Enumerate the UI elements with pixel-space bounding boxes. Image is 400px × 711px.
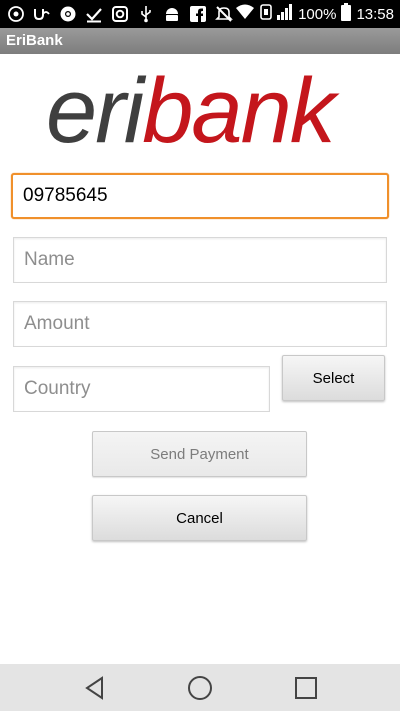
signal-icon	[277, 4, 293, 24]
status-bar: 100% 13:58	[0, 0, 400, 28]
battery-icon	[341, 3, 352, 25]
phone-input[interactable]	[23, 175, 377, 217]
cancel-button[interactable]: Cancel	[92, 495, 307, 541]
battery-percent: 100%	[298, 5, 337, 23]
instagram-icon	[110, 4, 130, 24]
lte-icon	[260, 3, 272, 25]
wifi-icon	[235, 4, 255, 24]
app-title: EriBank	[6, 32, 63, 49]
recents-icon[interactable]	[292, 674, 320, 702]
whatsapp-icon	[6, 4, 26, 24]
country-field[interactable]	[13, 366, 270, 412]
send-payment-button[interactable]: Send Payment	[92, 431, 307, 477]
home-icon[interactable]	[186, 674, 214, 702]
logo-text-bank: bank	[142, 62, 339, 152]
upwork-icon	[32, 4, 52, 24]
svg-text:eribank: eribank	[46, 62, 340, 152]
notification-icons	[6, 4, 234, 24]
amount-input[interactable]	[24, 302, 376, 346]
mute-icon	[214, 4, 234, 24]
phone-field[interactable]	[11, 173, 389, 219]
name-input[interactable]	[24, 238, 376, 282]
status-right: 100% 13:58	[235, 3, 394, 25]
eribank-logo: eribank	[46, 60, 356, 162]
amount-field[interactable]	[13, 301, 387, 347]
facebook-icon	[188, 4, 208, 24]
navigation-bar	[0, 664, 400, 711]
back-icon[interactable]	[81, 674, 109, 702]
usb-icon	[136, 4, 156, 24]
logo-text-eri: eri	[46, 62, 147, 152]
name-field[interactable]	[13, 237, 387, 283]
check-icon	[84, 4, 104, 24]
app-title-bar: EriBank	[0, 28, 400, 54]
select-country-button[interactable]: Select	[282, 355, 385, 401]
chrome-icon	[58, 4, 78, 24]
clock: 13:58	[356, 5, 394, 23]
android-debug-icon	[162, 4, 182, 24]
country-input[interactable]	[24, 367, 259, 411]
